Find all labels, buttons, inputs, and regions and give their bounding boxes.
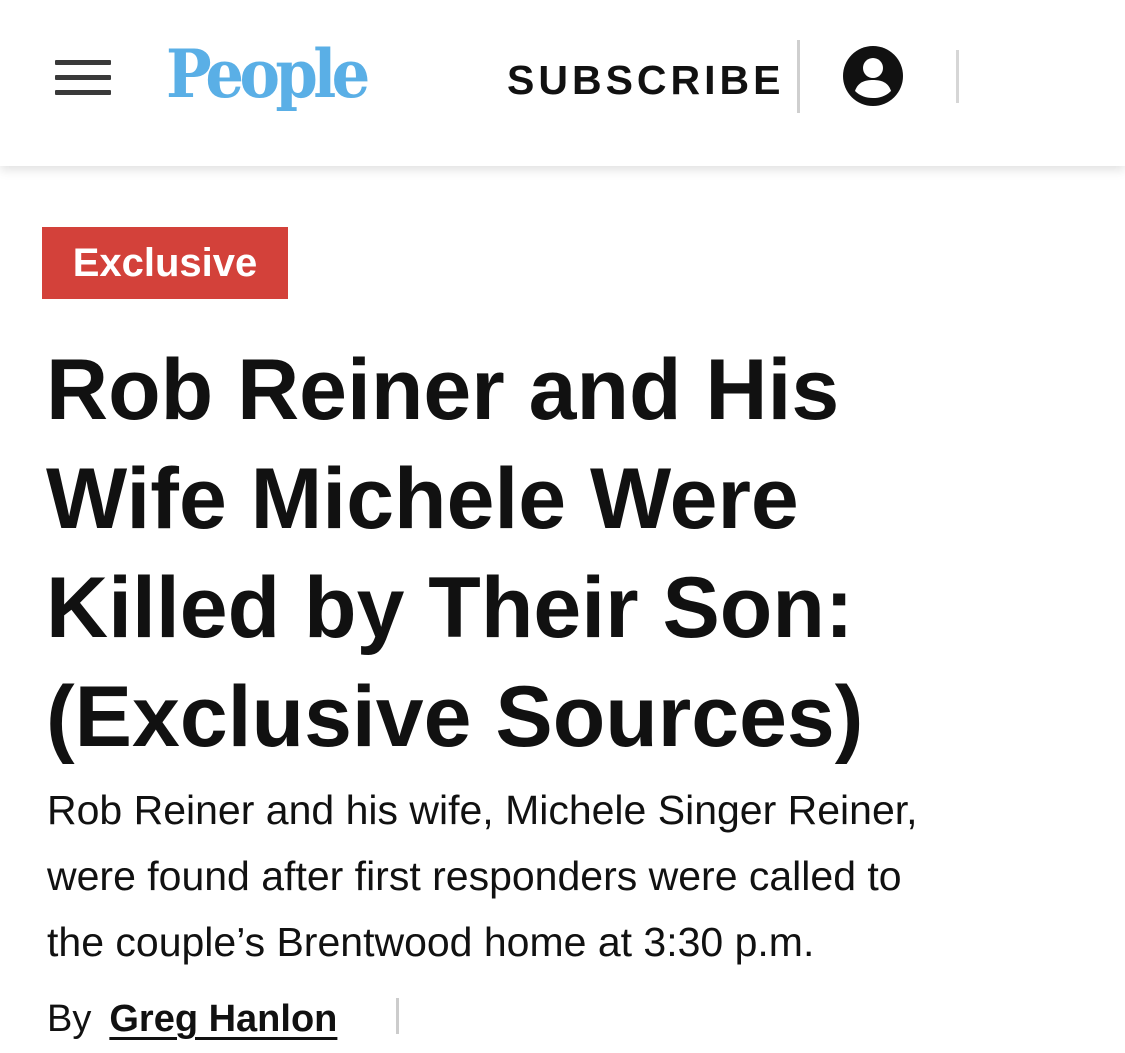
hamburger-menu-icon[interactable]	[55, 58, 111, 98]
dek-line: Rob Reiner and his wife, Michele Singer …	[47, 787, 918, 833]
article-dek: Rob Reiner and his wife, Michele Singer …	[47, 777, 1097, 975]
headline-line: Killed by Their Son:	[46, 560, 854, 656]
headline-line: Wife Michele Were	[46, 451, 799, 547]
account-user-icon[interactable]	[842, 45, 904, 107]
byline: By Greg Hanlon	[47, 994, 337, 1044]
headline-line: (Exclusive Sources)	[46, 669, 864, 765]
dek-line: the couple’s Brentwood home at 3:30 p.m.	[47, 919, 815, 965]
dek-line: were found after first responders were c…	[47, 853, 902, 899]
byline-prefix: By	[47, 998, 92, 1040]
header-divider	[797, 40, 800, 113]
header-divider	[956, 50, 959, 103]
menu-bar	[55, 90, 111, 95]
article-headline: Rob Reiner and His Wife Michele Were Kil…	[46, 336, 1046, 772]
menu-bar	[55, 75, 111, 80]
headline-line: Rob Reiner and His	[46, 342, 840, 438]
site-header: People SUBSCRIBE	[0, 0, 1125, 166]
menu-bar	[55, 60, 111, 65]
people-logo[interactable]: People	[166, 34, 370, 114]
exclusive-badge: Exclusive	[42, 227, 288, 299]
account-user-icon-graphic	[843, 46, 903, 106]
author-link[interactable]: Greg Hanlon	[109, 998, 337, 1040]
byline-divider	[396, 998, 399, 1034]
subscribe-button[interactable]: SUBSCRIBE	[507, 56, 784, 104]
